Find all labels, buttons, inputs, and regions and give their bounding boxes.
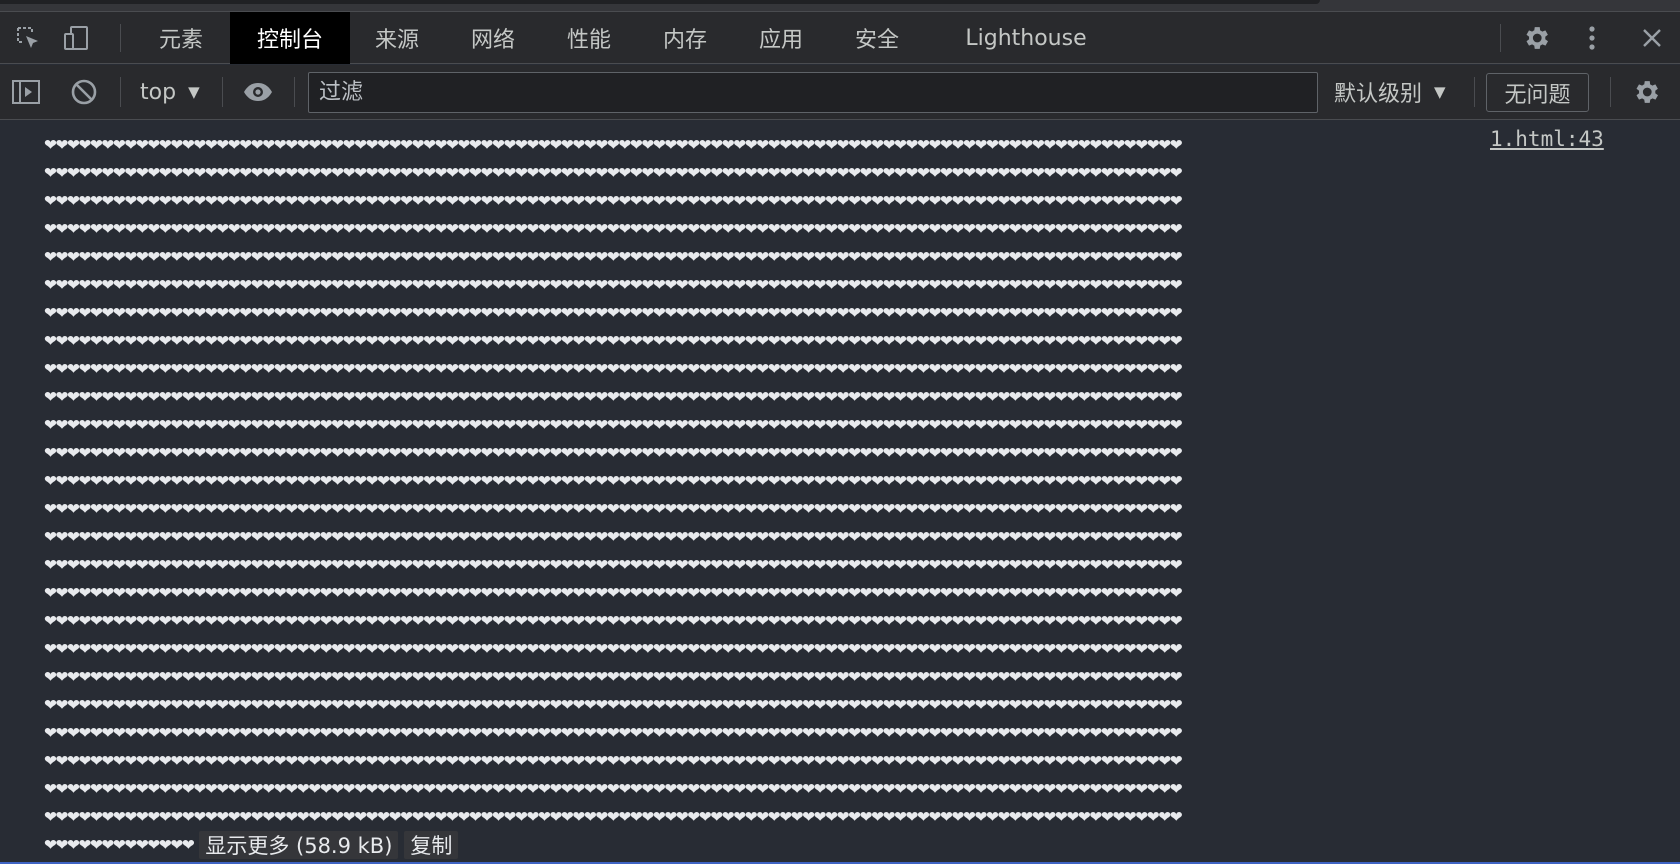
divider [120, 24, 121, 52]
filter-input[interactable] [308, 72, 1318, 113]
heart-row: ❤❤❤❤❤❤❤❤❤❤❤❤❤❤❤❤❤❤❤❤❤❤❤❤❤❤❤❤❤❤❤❤❤❤❤❤❤❤❤❤… [44, 472, 1183, 490]
log-levels-dropdown[interactable]: 默认级别 ▼ [1334, 76, 1446, 108]
console-settings-gear-icon[interactable] [1630, 76, 1662, 108]
more-options-icon[interactable] [1576, 22, 1608, 54]
tab-elements[interactable]: 元素 [134, 12, 228, 64]
show-more-button[interactable]: 显示更多 (58.9 kB) [199, 831, 399, 859]
context-selector[interactable]: top ▼ [140, 76, 200, 108]
console-output: ❤❤❤❤❤❤❤❤❤❤❤❤❤❤❤❤❤❤❤❤❤❤❤❤❤❤❤❤❤❤❤❤❤❤❤❤❤❤❤❤… [0, 121, 1680, 864]
tab-security[interactable]: 安全 [830, 12, 924, 64]
heart-row: ❤❤❤❤❤❤❤❤❤❤❤❤❤❤❤❤❤❤❤❤❤❤❤❤❤❤❤❤❤❤❤❤❤❤❤❤❤❤❤❤… [44, 752, 1183, 770]
tab-sources[interactable]: 来源 [350, 12, 444, 64]
divider [120, 77, 121, 107]
device-toolbar-icon[interactable] [60, 22, 92, 54]
log-message-hearts[interactable]: ❤❤❤❤❤❤❤❤❤❤❤❤❤❤❤❤❤❤❤❤❤❤❤❤❤❤❤❤❤❤❤❤❤❤❤❤❤❤❤❤… [44, 131, 1474, 831]
tab-network[interactable]: 网络 [446, 12, 540, 64]
divider [222, 77, 223, 107]
heart-row: ❤❤❤❤❤❤❤❤❤❤❤❤❤❤❤❤❤❤❤❤❤❤❤❤❤❤❤❤❤❤❤❤❤❤❤❤❤❤❤❤… [44, 444, 1183, 462]
heart-row: ❤❤❤❤❤❤❤❤❤❤❤❤❤❤❤❤❤❤❤❤❤❤❤❤❤❤❤❤❤❤❤❤❤❤❤❤❤❤❤❤… [44, 696, 1183, 714]
divider [1474, 77, 1475, 107]
close-icon[interactable] [1636, 22, 1668, 54]
tab-lighthouse[interactable]: Lighthouse [940, 12, 1112, 64]
heart-row: ❤❤❤❤❤❤❤❤❤❤❤❤❤❤❤❤❤❤❤❤❤❤❤❤❤❤❤❤❤❤❤❤❤❤❤❤❤❤❤❤… [44, 668, 1183, 686]
divider [1610, 77, 1611, 107]
heart-row: ❤❤❤❤❤❤❤❤❤❤❤❤❤❤❤❤❤❤❤❤❤❤❤❤❤❤❤❤❤❤❤❤❤❤❤❤❤❤❤❤… [44, 220, 1183, 238]
heart-row: ❤❤❤❤❤❤❤❤❤❤❤❤❤❤❤❤❤❤❤❤❤❤❤❤❤❤❤❤❤❤❤❤❤❤❤❤❤❤❤❤… [44, 304, 1183, 322]
tab-memory[interactable]: 内存 [638, 12, 732, 64]
tab-application[interactable]: 应用 [734, 12, 828, 64]
issues-button[interactable]: 无问题 [1486, 73, 1589, 112]
divider [1500, 24, 1501, 52]
clear-console-icon[interactable] [68, 76, 100, 108]
devtools-tab-bar: 元素 控制台 来源 网络 性能 内存 应用 安全 Lighthouse [0, 12, 1680, 64]
heart-row: ❤❤❤❤❤❤❤❤❤❤❤❤❤❤❤❤❤❤❤❤❤❤❤❤❤❤❤❤❤❤❤❤❤❤❤❤❤❤❤❤… [44, 584, 1183, 602]
heart-row: ❤❤❤❤❤❤❤❤❤❤❤❤❤❤❤❤❤❤❤❤❤❤❤❤❤❤❤❤❤❤❤❤❤❤❤❤❤❤❤❤… [44, 528, 1183, 546]
heart-row: ❤❤❤❤❤❤❤❤❤❤❤❤❤❤❤❤❤❤❤❤❤❤❤❤❤❤❤❤❤❤❤❤❤❤❤❤❤❤❤❤… [44, 164, 1183, 182]
heart-row: ❤❤❤❤❤❤❤❤❤❤❤❤❤❤❤❤❤❤❤❤❤❤❤❤❤❤❤❤❤❤❤❤❤❤❤❤❤❤❤❤… [44, 808, 1183, 826]
chevron-down-icon: ▼ [188, 83, 200, 101]
window-top-strip [0, 0, 1680, 12]
log-levels-label: 默认级别 [1334, 82, 1423, 107]
sidebar-toggle-icon[interactable] [10, 76, 42, 108]
url-bar-edge [0, 0, 1320, 4]
context-selector-label: top [140, 79, 177, 105]
tab-performance[interactable]: 性能 [542, 12, 636, 64]
heart-row: ❤❤❤❤❤❤❤❤❤❤❤❤❤❤❤❤❤❤❤❤❤❤❤❤❤❤❤❤❤❤❤❤❤❤❤❤❤❤❤❤… [44, 724, 1183, 742]
heart-row: ❤❤❤❤❤❤❤❤❤❤❤❤❤❤❤❤❤❤❤❤❤❤❤❤❤❤❤❤❤❤❤❤❤❤❤❤❤❤❤❤… [44, 388, 1183, 406]
heart-row: ❤❤❤❤❤❤❤❤❤❤❤❤❤❤❤❤❤❤❤❤❤❤❤❤❤❤❤❤❤❤❤❤❤❤❤❤❤❤❤❤… [44, 332, 1183, 350]
heart-row: ❤❤❤❤❤❤❤❤❤❤❤❤❤❤❤❤❤❤❤❤❤❤❤❤❤❤❤❤❤❤❤❤❤❤❤❤❤❤❤❤… [44, 136, 1183, 154]
heart-row: ❤❤❤❤❤❤❤❤❤❤❤❤❤❤❤❤❤❤❤❤❤❤❤❤❤❤❤❤❤❤❤❤❤❤❤❤❤❤❤❤… [44, 192, 1183, 210]
console-toolbar: top ▼ 默认级别 ▼ 无问题 [0, 65, 1680, 120]
divider [294, 77, 295, 107]
chevron-down-icon: ▼ [1434, 83, 1446, 101]
heart-row: ❤❤❤❤❤❤❤❤❤❤❤❤❤❤❤❤❤❤❤❤❤❤❤❤❤❤❤❤❤❤❤❤❤❤❤❤❤❤❤❤… [44, 556, 1183, 574]
live-expression-eye-icon[interactable] [242, 76, 274, 108]
inspect-element-icon[interactable] [12, 22, 44, 54]
heart-row: ❤❤❤❤❤❤❤❤❤❤❤❤❤❤❤❤❤❤❤❤❤❤❤❤❤❤❤❤❤❤❤❤❤❤❤❤❤❤❤❤… [44, 500, 1183, 518]
log-message-last-line: ❤❤❤❤❤❤❤❤❤❤❤❤❤ 显示更多 (58.9 kB) 复制 [44, 831, 459, 859]
heart-row: ❤❤❤❤❤❤❤❤❤❤❤❤❤❤❤❤❤❤❤❤❤❤❤❤❤❤❤❤❤❤❤❤❤❤❤❤❤❤❤❤… [44, 612, 1183, 630]
tab-console[interactable]: 控制台 [230, 12, 350, 64]
heart-row: ❤❤❤❤❤❤❤❤❤❤❤❤❤❤❤❤❤❤❤❤❤❤❤❤❤❤❤❤❤❤❤❤❤❤❤❤❤❤❤❤… [44, 276, 1183, 294]
heart-row: ❤❤❤❤❤❤❤❤❤❤❤❤❤❤❤❤❤❤❤❤❤❤❤❤❤❤❤❤❤❤❤❤❤❤❤❤❤❤❤❤… [44, 360, 1183, 378]
copy-button[interactable]: 复制 [404, 831, 459, 859]
heart-row: ❤❤❤❤❤❤❤❤❤❤❤❤❤❤❤❤❤❤❤❤❤❤❤❤❤❤❤❤❤❤❤❤❤❤❤❤❤❤❤❤… [44, 248, 1183, 266]
heart-row: ❤❤❤❤❤❤❤❤❤❤❤❤❤❤❤❤❤❤❤❤❤❤❤❤❤❤❤❤❤❤❤❤❤❤❤❤❤❤❤❤… [44, 640, 1183, 658]
heart-row-partial: ❤❤❤❤❤❤❤❤❤❤❤❤❤ [44, 836, 195, 854]
settings-gear-icon[interactable] [1520, 22, 1552, 54]
heart-row: ❤❤❤❤❤❤❤❤❤❤❤❤❤❤❤❤❤❤❤❤❤❤❤❤❤❤❤❤❤❤❤❤❤❤❤❤❤❤❤❤… [44, 780, 1183, 798]
source-link[interactable]: 1.html:43 [1490, 127, 1604, 151]
heart-row: ❤❤❤❤❤❤❤❤❤❤❤❤❤❤❤❤❤❤❤❤❤❤❤❤❤❤❤❤❤❤❤❤❤❤❤❤❤❤❤❤… [44, 416, 1183, 434]
